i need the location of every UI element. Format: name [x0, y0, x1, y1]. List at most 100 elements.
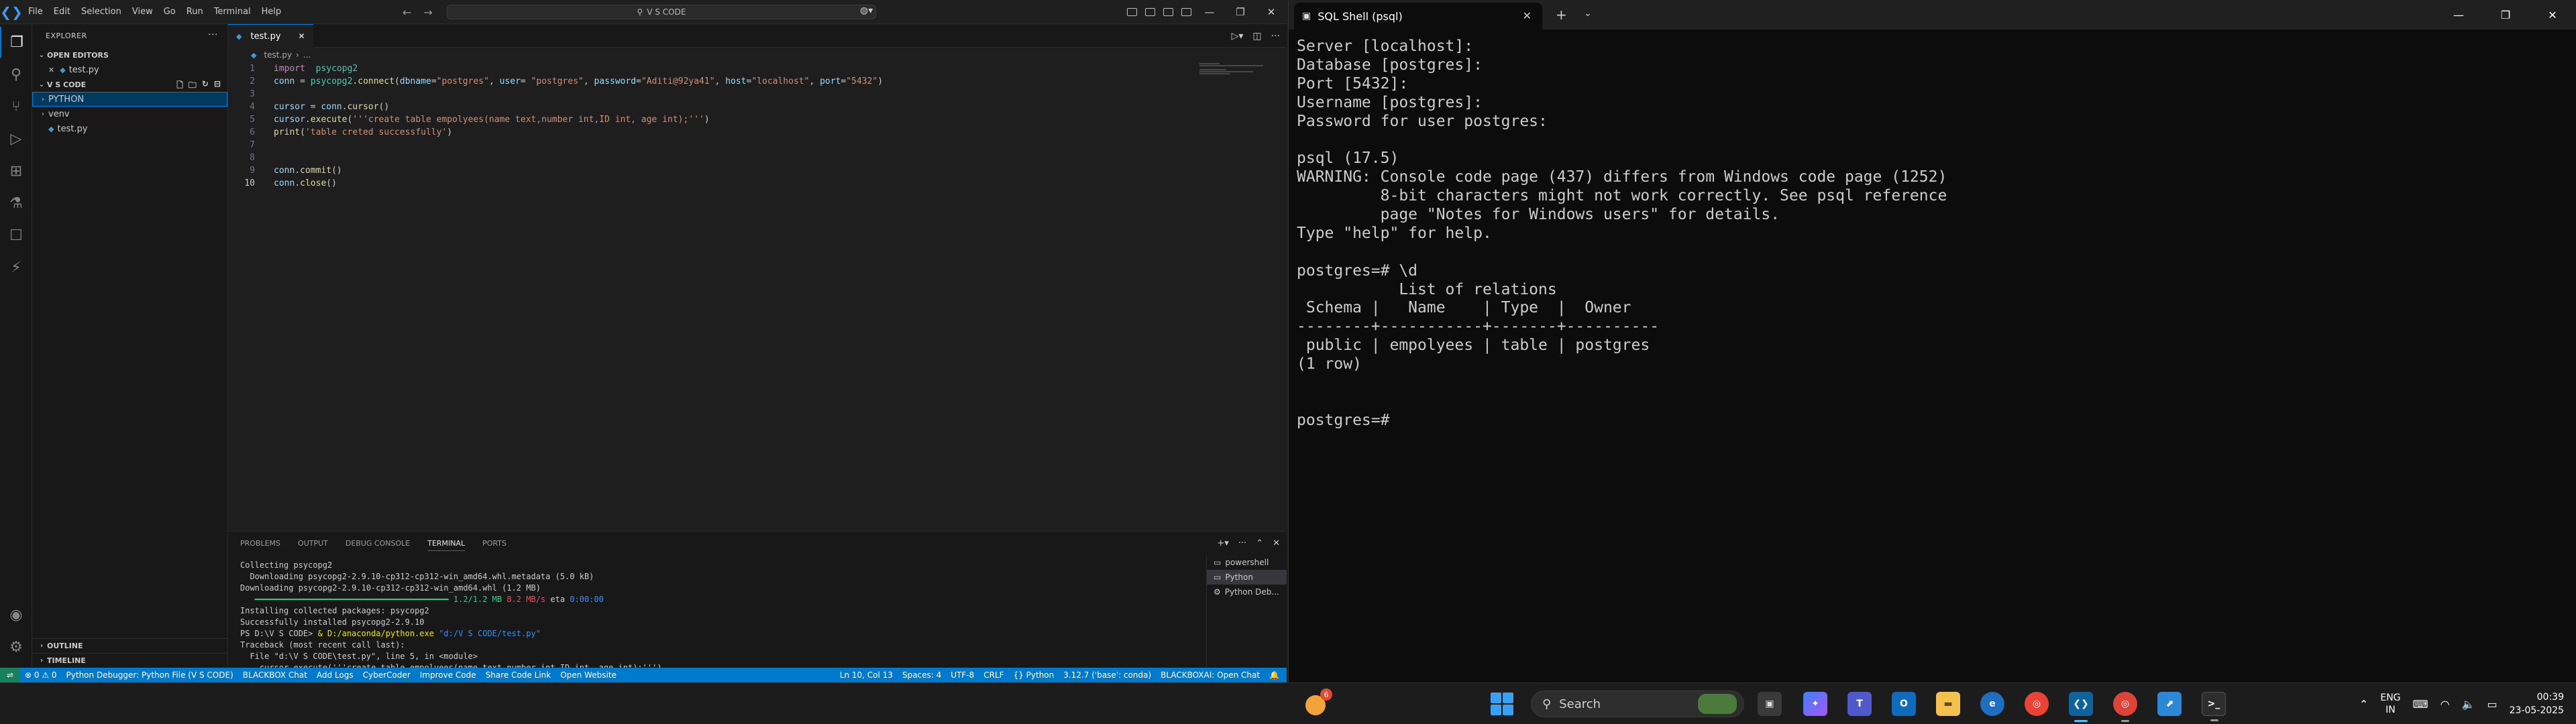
status-blackbox-chat[interactable]: BLACKBOX Chat: [238, 670, 312, 680]
status-cybercoder[interactable]: CyberCoder: [358, 670, 415, 680]
code-line[interactable]: 7: [228, 139, 1201, 152]
chat-icon[interactable]: ☐: [0, 220, 32, 251]
tree-item-venv[interactable]: › venv: [32, 107, 227, 121]
new-tab-icon[interactable]: +: [1556, 7, 1567, 23]
vscode-taskbar-icon[interactable]: ❮❯: [2069, 692, 2093, 722]
battery-icon[interactable]: ▭: [2487, 698, 2498, 711]
status-eol[interactable]: CRLF: [979, 670, 1008, 680]
chrome-icon[interactable]: ◎: [2025, 692, 2049, 716]
tab-problems[interactable]: PROBLEMS: [240, 539, 280, 548]
start-windows-icon[interactable]: [1491, 692, 1513, 715]
open-editor-item[interactable]: ✕ ◆ test.py: [32, 62, 227, 77]
remote-indicator-icon[interactable]: ⇌: [0, 668, 20, 682]
close-panel-icon[interactable]: ✕: [1273, 538, 1280, 548]
status-debugger[interactable]: Python Debugger: Python File (V S CODE): [62, 670, 238, 680]
task-view-icon[interactable]: ▣: [1758, 692, 1782, 716]
code-line[interactable]: 10 conn.close(): [228, 177, 1201, 190]
code-line[interactable]: 2 conn = psycopg2.connect(dbname="postgre…: [228, 75, 1201, 88]
editor-tab-test-py[interactable]: ◆ test.py ✕: [228, 24, 313, 48]
customize-layout-icon[interactable]: [1181, 8, 1191, 16]
breadcrumb-rest[interactable]: ...: [303, 50, 311, 60]
tree-item-test-py[interactable]: ◆ test.py: [32, 121, 227, 136]
restore-icon[interactable]: ❐: [1225, 0, 1256, 24]
taskbar-search[interactable]: ⚲ Search: [1531, 690, 1744, 717]
menu-view[interactable]: View: [127, 0, 158, 24]
restore-icon[interactable]: ❐: [2482, 0, 2529, 29]
explorer-icon[interactable]: ❐: [0, 27, 32, 58]
extensions-icon[interactable]: ⊞: [0, 156, 32, 186]
clock[interactable]: 00:39 23-05-2025: [2510, 690, 2569, 717]
close-icon[interactable]: ✕: [1256, 0, 1287, 24]
close-tab-icon[interactable]: ✕: [1523, 9, 1532, 22]
search-icon[interactable]: ⚲: [0, 59, 32, 90]
status-open-website[interactable]: Open Website: [555, 670, 621, 680]
status-interpreter[interactable]: 3.12.7 ('base': conda): [1059, 670, 1156, 680]
run-debug-icon[interactable]: ▷: [0, 123, 32, 154]
psql-console-output[interactable]: Server [localhost]: Database [postgres]: P…: [1297, 38, 2558, 430]
menu-terminal[interactable]: Terminal: [209, 0, 256, 24]
command-center-search[interactable]: ⚲ V S CODE: [447, 5, 876, 19]
close-icon[interactable]: ✕: [2529, 0, 2576, 29]
wifi-icon[interactable]: ◠: [2440, 698, 2450, 711]
file-explorer-icon[interactable]: ▬: [1936, 692, 1960, 716]
menu-edit[interactable]: Edit: [48, 0, 76, 24]
terminal-taskbar-icon[interactable]: >_: [2202, 692, 2226, 721]
run-python-file-icon[interactable]: ▷▾: [1232, 31, 1244, 42]
testing-icon[interactable]: ⚗: [0, 188, 32, 219]
outline-section[interactable]: › OUTLINE: [32, 638, 227, 653]
status-improve-code[interactable]: Improve Code: [415, 670, 481, 680]
back-arrow-icon[interactable]: ←: [402, 6, 411, 19]
copilot-app-icon[interactable]: ✦: [1803, 692, 1827, 716]
code-line[interactable]: 5 cursor.execute('''create table empolyee…: [228, 113, 1201, 126]
status-add-logs[interactable]: Add Logs: [312, 670, 358, 680]
language-indicator[interactable]: ENG IN: [2380, 692, 2400, 716]
close-icon[interactable]: ✕: [299, 32, 305, 41]
collapse-all-icon[interactable]: ⊟: [214, 79, 221, 93]
integrated-terminal-output[interactable]: Collecting psycopg2 Downloading psycopg2…: [240, 560, 1193, 682]
status-problems[interactable]: ⊗ 0 ⚠ 0: [20, 670, 62, 680]
more-actions-icon[interactable]: ···: [208, 29, 218, 40]
copilot-icon[interactable]: ◍▾: [860, 5, 873, 16]
menu-run[interactable]: Run: [181, 0, 209, 24]
new-file-icon[interactable]: 🗋: [176, 79, 183, 93]
menu-help[interactable]: Help: [256, 0, 287, 24]
show-hidden-icons-icon[interactable]: ⌃: [2359, 698, 2368, 711]
status-language[interactable]: {} Python: [1009, 670, 1059, 680]
keyboard-icon[interactable]: ⌨: [2413, 698, 2428, 711]
close-icon[interactable]: ✕: [48, 66, 54, 74]
tab-ports[interactable]: PORTS: [482, 539, 506, 548]
chrome-profile-icon[interactable]: ◎: [2113, 692, 2137, 722]
tree-item-python[interactable]: › PYTHON: [32, 92, 227, 107]
terminal-item-powershell[interactable]: ▭ powershell: [1207, 555, 1287, 570]
blackbox-icon[interactable]: ⚡: [0, 252, 32, 283]
new-folder-icon[interactable]: 🗀: [189, 79, 197, 93]
notifications-bell-icon[interactable]: 🔔: [1265, 670, 1284, 680]
status-encoding[interactable]: UTF-8: [946, 670, 979, 680]
weather-widget[interactable]: 6: [1303, 688, 1332, 718]
menu-file[interactable]: File: [23, 0, 48, 24]
code-line[interactable]: 1 import psycopg2: [228, 62, 1201, 75]
code-line[interactable]: 8: [228, 152, 1201, 164]
toggle-panel-icon[interactable]: [1145, 8, 1155, 16]
terminal-item-python[interactable]: ▭ Python: [1207, 570, 1287, 585]
status-share-code-link[interactable]: Share Code Link: [481, 670, 556, 680]
code-line[interactable]: 6 print('table creted successfully'): [228, 126, 1201, 139]
refresh-icon[interactable]: ↻: [202, 79, 209, 93]
source-control-icon[interactable]: ⑂: [0, 91, 32, 122]
status-indentation[interactable]: Spaces: 4: [898, 670, 946, 680]
new-terminal-icon[interactable]: +▾: [1217, 538, 1228, 548]
more-actions-icon[interactable]: ···: [1271, 31, 1280, 42]
status-cursor-position[interactable]: Ln 10, Col 13: [835, 670, 898, 680]
status-blackboxai[interactable]: BLACKBOXAI: Open Chat: [1156, 670, 1265, 680]
menu-selection[interactable]: Selection: [76, 0, 127, 24]
split-editor-icon[interactable]: ◫: [1252, 31, 1261, 42]
pgadmin-icon[interactable]: ⬈: [2157, 692, 2182, 716]
workspace-section[interactable]: ⌄ V S CODE 🗋 🗀 ↻ ⊟: [32, 77, 227, 92]
outlook-icon[interactable]: O: [1892, 692, 1916, 716]
code-line[interactable]: 3: [228, 88, 1201, 101]
edge-icon[interactable]: e: [1980, 692, 2004, 716]
tab-output[interactable]: OUTPUT: [298, 539, 328, 548]
toggle-sidebar-icon[interactable]: [1127, 8, 1137, 16]
forward-arrow-icon[interactable]: →: [423, 6, 432, 19]
minimize-icon[interactable]: —: [1194, 0, 1225, 24]
